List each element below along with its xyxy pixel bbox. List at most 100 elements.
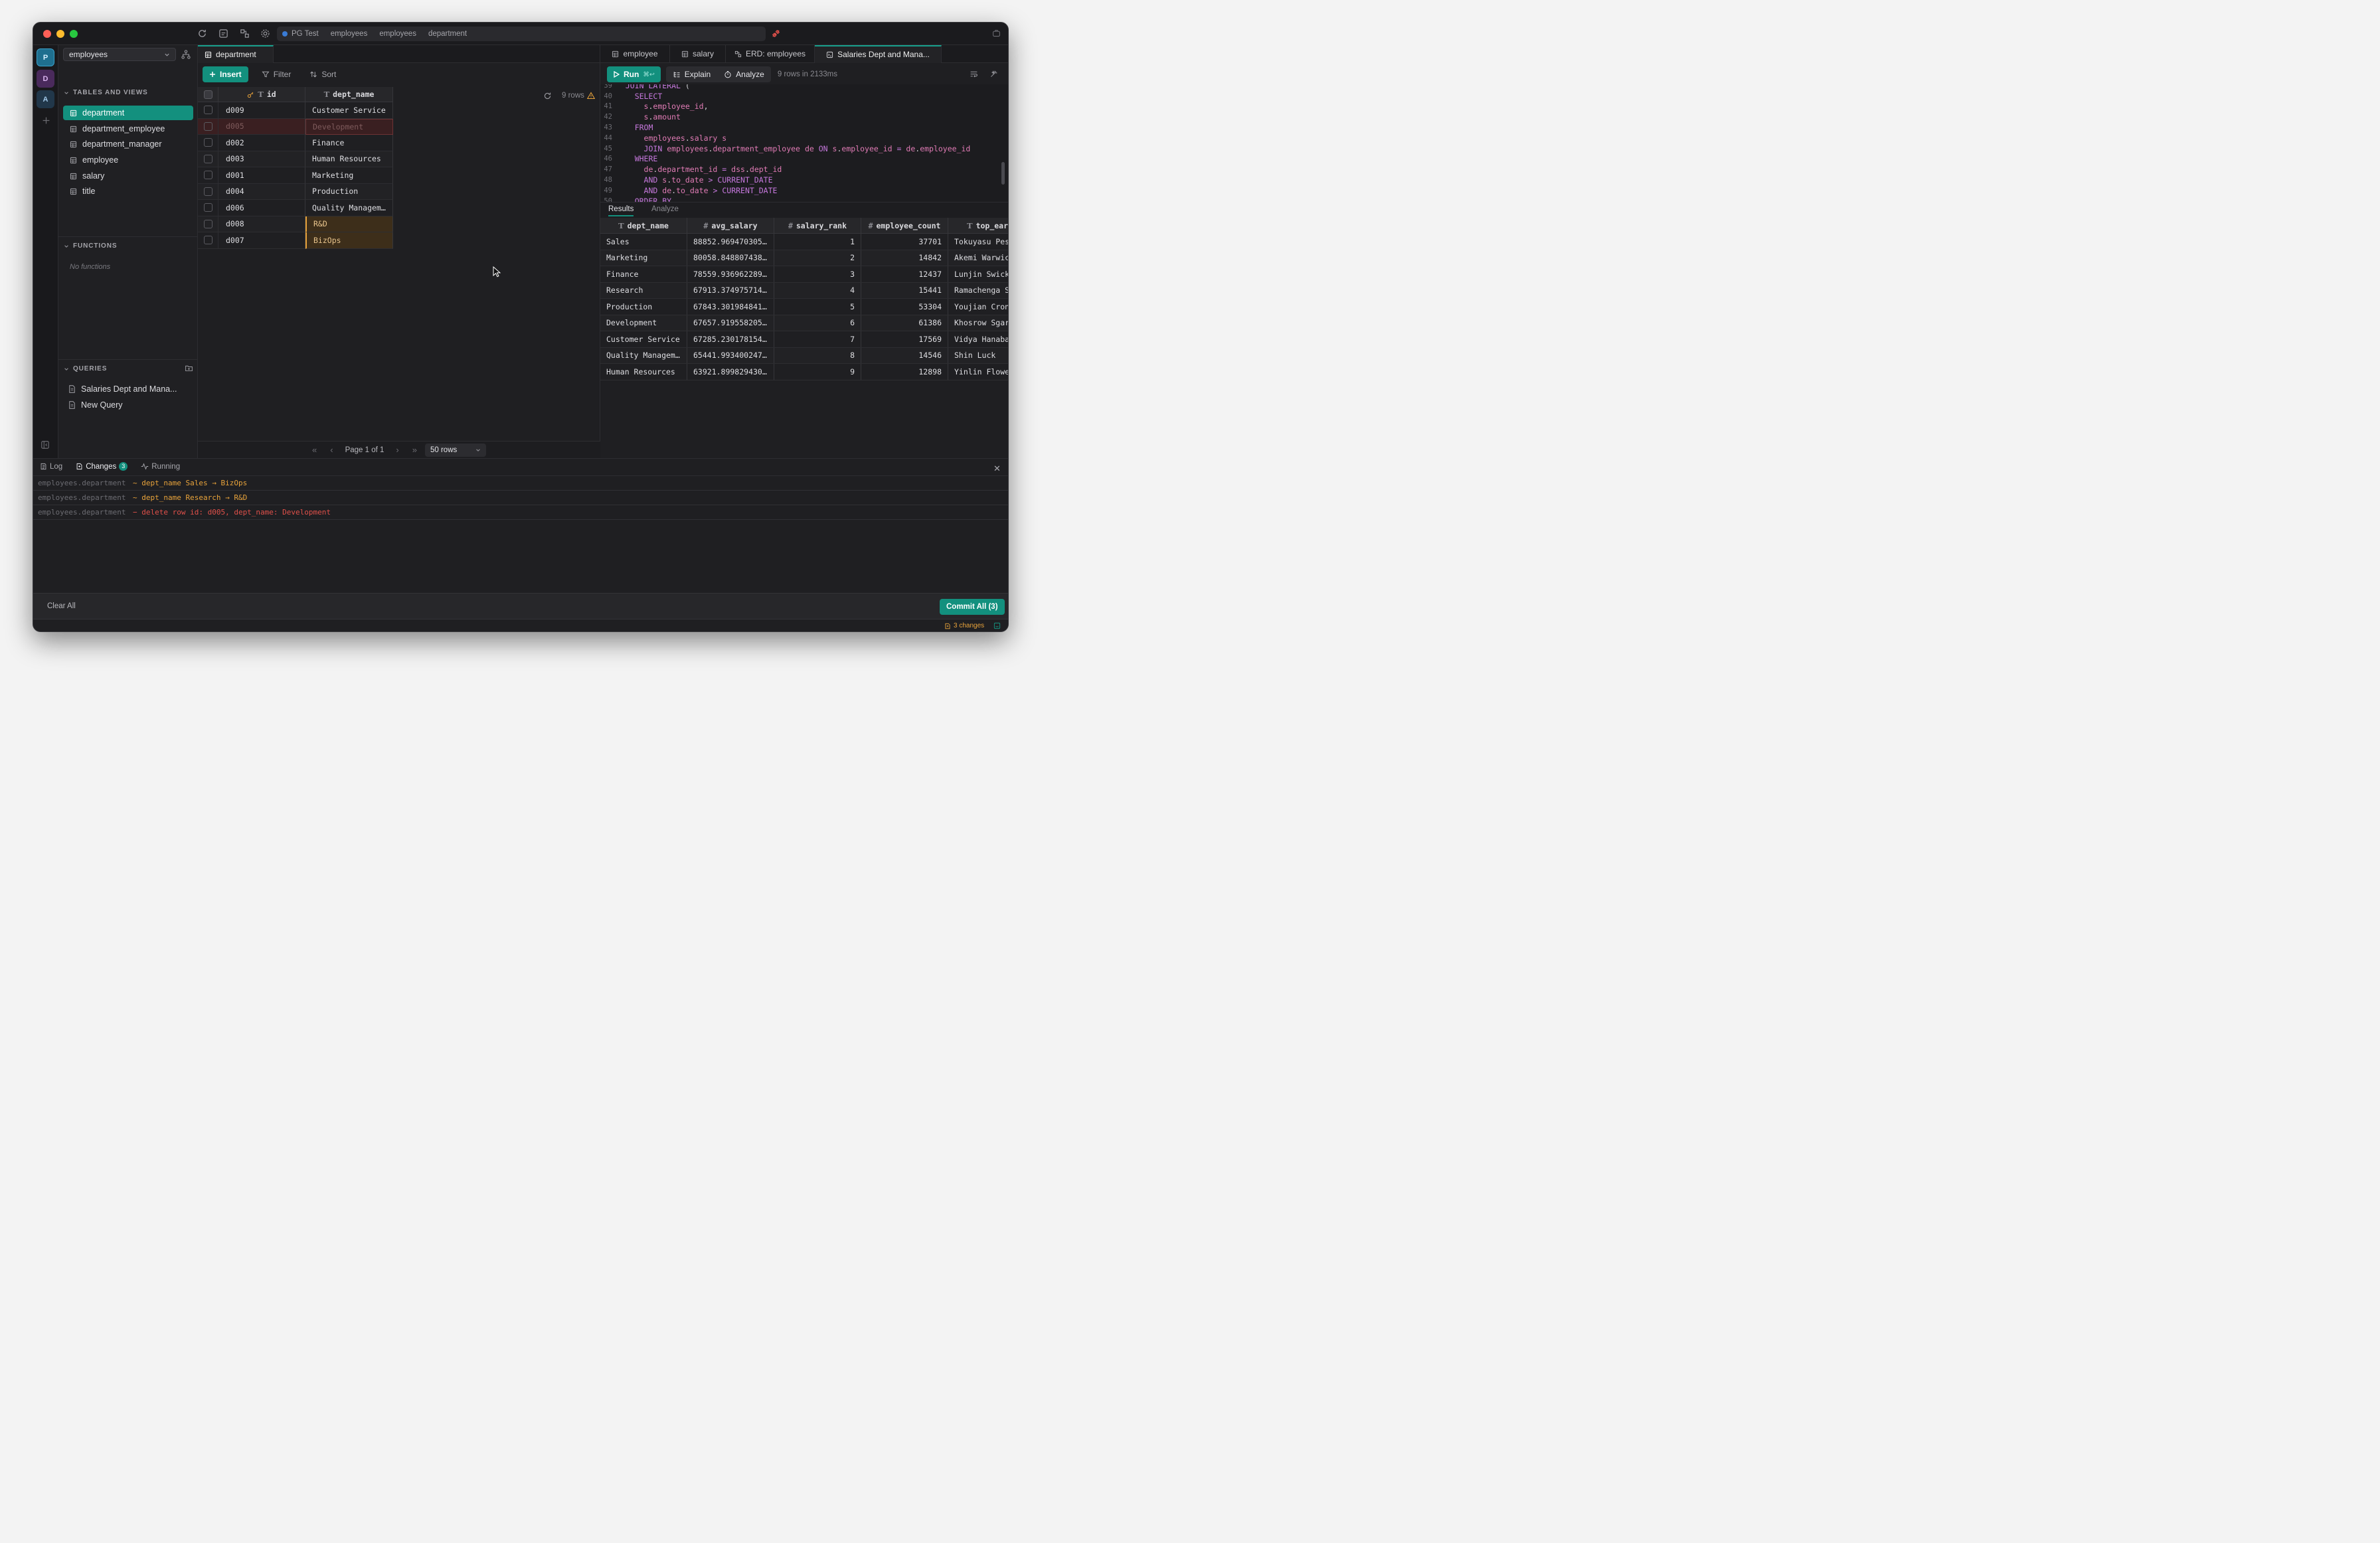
query-item[interactable]: New Query <box>63 398 193 412</box>
new-folder-icon[interactable] <box>185 364 193 372</box>
cell-id[interactable]: d002 <box>218 135 305 151</box>
cell-id[interactable]: d003 <box>218 151 305 168</box>
result-cell[interactable]: Finance <box>600 266 687 282</box>
status-changes-indicator[interactable]: 3 changes <box>944 622 984 629</box>
tab-changes[interactable]: Changes 3 <box>76 462 128 471</box>
result-row[interactable]: Development67657.919558205…661386Khosrow… <box>600 315 1009 332</box>
tab-department[interactable]: department <box>198 45 274 63</box>
sql-icon[interactable] <box>218 29 228 39</box>
tab-salary[interactable]: salary <box>670 45 726 63</box>
breadcrumb-item[interactable]: employees <box>379 30 416 38</box>
result-cell[interactable]: 2 <box>774 250 861 266</box>
gear-icon[interactable] <box>260 29 270 39</box>
result-cell[interactable]: 67285.230178154… <box>687 331 774 347</box>
sql-code-editor[interactable]: 39 JOIN LATERAL (40 SELECT41 s.employee_… <box>600 84 1009 202</box>
panel-layout-icon[interactable] <box>992 29 1001 38</box>
result-cell[interactable]: Customer Service <box>600 331 687 347</box>
code-line[interactable]: 46 WHERE <box>600 154 999 165</box>
cell-dept-name[interactable]: R&D <box>305 216 393 233</box>
warning-icon[interactable] <box>587 92 595 100</box>
result-column-header[interactable]: #avg_salary <box>687 218 774 233</box>
result-cell[interactable]: 67843.301984841… <box>687 299 774 315</box>
code-line[interactable]: 44 employees.salary s <box>600 133 999 143</box>
result-row[interactable]: Finance78559.936962289…312437Lunjin Swic… <box>600 266 1009 283</box>
result-cell[interactable]: Khosrow Sgar <box>948 315 1009 331</box>
code-line[interactable]: 41 s.employee_id, <box>600 102 999 112</box>
cell-id[interactable]: d006 <box>218 200 305 216</box>
close-panel-icon[interactable]: ✕ <box>993 463 1001 474</box>
result-row[interactable]: Sales88852.969470305…137701Tokuyasu Pes <box>600 234 1009 250</box>
result-cell[interactable]: Tokuyasu Pes <box>948 234 1009 250</box>
row-checkbox[interactable] <box>204 203 212 212</box>
table-row[interactable]: d002Finance <box>198 135 393 151</box>
filter-button[interactable]: Filter <box>255 66 298 82</box>
tab-salaries-query[interactable]: Salaries Dept and Mana... <box>815 45 942 63</box>
reload-data-icon[interactable] <box>543 92 552 100</box>
connection-name[interactable]: PG Test <box>292 30 319 38</box>
result-cell[interactable]: 12437 <box>861 266 948 282</box>
result-cell[interactable]: 78559.936962289… <box>687 266 774 282</box>
row-checkbox[interactable] <box>204 187 212 196</box>
tab-employee[interactable]: employee <box>600 45 670 63</box>
query-item[interactable]: Salaries Dept and Mana... <box>63 382 193 396</box>
change-item[interactable]: employees.department− delete row id: d00… <box>33 505 1009 520</box>
table-row[interactable]: d005Development <box>198 119 393 135</box>
code-line[interactable]: 40 SELECT <box>600 91 999 102</box>
result-cell[interactable]: 9 <box>774 364 861 380</box>
table-item-title[interactable]: title <box>63 184 193 199</box>
commit-all-button[interactable]: Commit All (3) <box>940 599 1005 615</box>
result-cell[interactable]: 17569 <box>861 331 948 347</box>
tables-section-header[interactable]: TABLES AND VIEWS <box>64 89 148 96</box>
cell-id[interactable]: d005 <box>218 119 305 135</box>
result-row[interactable]: Human Resources63921.899829430…912898Yin… <box>600 364 1009 380</box>
tab-results[interactable]: Results <box>608 205 634 216</box>
functions-section-header[interactable]: FUNCTIONS <box>64 242 117 250</box>
result-column-header[interactable]: #salary_rank <box>774 218 861 233</box>
result-cell[interactable]: 1 <box>774 234 861 250</box>
row-checkbox[interactable] <box>204 122 212 131</box>
result-cell[interactable]: 14546 <box>861 348 948 364</box>
next-page-icon[interactable]: › <box>396 445 398 455</box>
schema-select[interactable]: employees <box>63 48 176 61</box>
result-cell[interactable]: 63921.899829430… <box>687 364 774 380</box>
result-cell[interactable]: Ramachenga S <box>948 283 1009 299</box>
code-line[interactable]: 39 JOIN LATERAL ( <box>600 84 999 91</box>
editor-scrollbar[interactable] <box>1001 162 1005 185</box>
first-page-icon[interactable]: « <box>312 445 317 455</box>
terminal-toggle-icon[interactable] <box>993 622 1001 629</box>
result-cell[interactable]: 7 <box>774 331 861 347</box>
code-line[interactable]: 50 ORDER BY <box>600 196 999 202</box>
result-cell[interactable]: 5 <box>774 299 861 315</box>
row-checkbox[interactable] <box>204 138 212 147</box>
code-line[interactable]: 49 AND de.to_date > CURRENT_DATE <box>600 185 999 196</box>
result-cell[interactable]: 67657.919558205… <box>687 315 774 331</box>
cell-dept-name[interactable]: Customer Service <box>305 102 393 119</box>
database-d-button[interactable]: D <box>37 70 54 88</box>
result-cell[interactable]: 14842 <box>861 250 948 266</box>
result-cell[interactable]: Akemi Warwic <box>948 250 1009 266</box>
table-row[interactable]: d008R&D <box>198 216 393 233</box>
database-a-button[interactable]: A <box>37 90 54 108</box>
tab-running[interactable]: Running <box>141 463 180 471</box>
last-page-icon[interactable]: » <box>412 445 417 455</box>
breadcrumb-item[interactable]: department <box>428 30 467 38</box>
result-cell[interactable]: Sales <box>600 234 687 250</box>
code-line[interactable]: 42 s.amount <box>600 112 999 122</box>
result-cell[interactable]: 61386 <box>861 315 948 331</box>
result-cell[interactable]: 3 <box>774 266 861 282</box>
table-item-department[interactable]: department <box>63 106 193 120</box>
result-cell[interactable]: Quality Managem… <box>600 348 687 364</box>
column-header-id[interactable]: T id <box>218 87 305 102</box>
table-row[interactable]: d009Customer Service <box>198 102 393 119</box>
row-checkbox[interactable] <box>204 236 212 244</box>
database-p-button[interactable]: P <box>37 48 54 66</box>
result-cell[interactable]: Research <box>600 283 687 299</box>
result-column-header[interactable]: #employee_count <box>861 218 948 233</box>
table-row[interactable]: d007BizOps <box>198 232 393 249</box>
result-cell[interactable]: 4 <box>774 283 861 299</box>
column-header-dept-name[interactable]: T dept_name <box>305 87 393 102</box>
ai-sparkle-icon[interactable] <box>989 70 998 78</box>
table-row[interactable]: d003Human Resources <box>198 151 393 168</box>
result-row[interactable]: Research67913.374975714…415441Ramachenga… <box>600 283 1009 299</box>
table-item-department-employee[interactable]: department_employee <box>63 122 193 136</box>
